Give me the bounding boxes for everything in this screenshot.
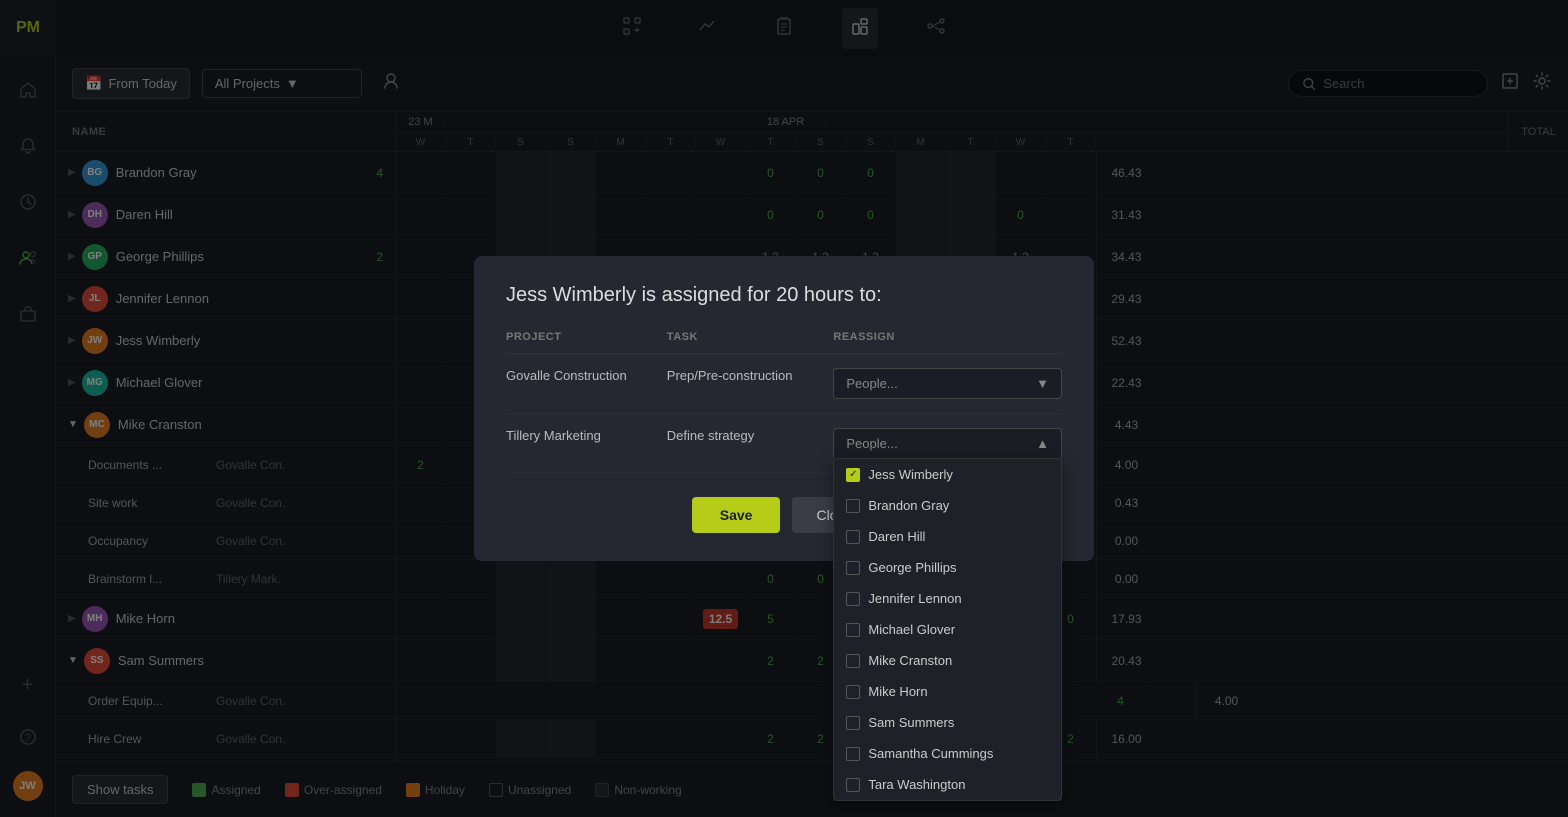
checkbox-tara[interactable] bbox=[846, 778, 860, 792]
person-option-tara: Tara Washington bbox=[868, 777, 965, 792]
checkbox-jennifer[interactable] bbox=[846, 592, 860, 606]
reassign-arrow-2: ▲ bbox=[1036, 436, 1049, 451]
checkbox-mike-h[interactable] bbox=[846, 685, 860, 699]
reassign-select-1[interactable]: People... ▼ bbox=[833, 368, 1062, 399]
person-option-jess: Jess Wimberly bbox=[868, 467, 953, 482]
person-option-sam: Sam Summers bbox=[868, 715, 954, 730]
people-item-mike-h[interactable]: Mike Horn bbox=[834, 676, 1061, 707]
checkbox-mike-c[interactable] bbox=[846, 654, 860, 668]
modal-project-1: Govalle Construction bbox=[506, 354, 667, 414]
people-item-sam[interactable]: Sam Summers bbox=[834, 707, 1061, 738]
reassign-select-2[interactable]: People... ▲ bbox=[833, 428, 1062, 458]
modal-task-2: Define strategy bbox=[667, 414, 834, 473]
checkbox-jess[interactable]: ✓ bbox=[846, 468, 860, 482]
modal-title: Jess Wimberly is assigned for 20 hours t… bbox=[506, 284, 1062, 307]
modal-row-1: Govalle Construction Prep/Pre-constructi… bbox=[506, 354, 1062, 414]
checkbox-george[interactable] bbox=[846, 561, 860, 575]
checkbox-michael[interactable] bbox=[846, 623, 860, 637]
person-option-michael: Michael Glover bbox=[868, 622, 955, 637]
modal-task-1: Prep/Pre-construction bbox=[667, 354, 834, 414]
modal-dialog: Jess Wimberly is assigned for 20 hours t… bbox=[474, 256, 1094, 561]
modal-project-2: Tillery Marketing bbox=[506, 414, 667, 473]
people-item-michael[interactable]: Michael Glover bbox=[834, 614, 1061, 645]
person-option-mike-c: Mike Cranston bbox=[868, 653, 952, 668]
person-option-george: George Phillips bbox=[868, 560, 956, 575]
people-item-mike-c[interactable]: Mike Cranston bbox=[834, 645, 1061, 676]
modal-col-project: PROJECT bbox=[506, 331, 667, 354]
person-option-mike-h: Mike Horn bbox=[868, 684, 927, 699]
reassign-placeholder-2: People... bbox=[846, 436, 897, 451]
people-item-jess[interactable]: ✓ Jess Wimberly bbox=[834, 459, 1061, 490]
checkbox-daren[interactable] bbox=[846, 530, 860, 544]
checkbox-sam[interactable] bbox=[846, 716, 860, 730]
modal-reassign-1: People... ▼ bbox=[833, 354, 1062, 414]
modal-table: PROJECT TASK REASSIGN Govalle Constructi… bbox=[506, 331, 1062, 473]
people-item-brandon[interactable]: Brandon Gray bbox=[834, 490, 1061, 521]
checkbox-samantha[interactable] bbox=[846, 747, 860, 761]
people-item-tara[interactable]: Tara Washington bbox=[834, 769, 1061, 800]
people-item-samantha[interactable]: Samantha Cummings bbox=[834, 738, 1061, 769]
people-dropdown: ✓ Jess Wimberly Brandon Gray Daren Hill bbox=[833, 458, 1062, 801]
people-item-daren[interactable]: Daren Hill bbox=[834, 521, 1061, 552]
reassign-wrapper-2: People... ▲ ✓ Jess Wimberly Br bbox=[833, 428, 1062, 458]
people-item-george[interactable]: George Phillips bbox=[834, 552, 1061, 583]
person-option-samantha: Samantha Cummings bbox=[868, 746, 993, 761]
people-item-jennifer[interactable]: Jennifer Lennon bbox=[834, 583, 1061, 614]
modal-overlay[interactable]: Jess Wimberly is assigned for 20 hours t… bbox=[0, 0, 1568, 817]
modal-col-task: TASK bbox=[667, 331, 834, 354]
person-option-daren: Daren Hill bbox=[868, 529, 925, 544]
checkbox-brandon[interactable] bbox=[846, 499, 860, 513]
reassign-arrow-1: ▼ bbox=[1036, 376, 1049, 391]
person-option-brandon: Brandon Gray bbox=[868, 498, 949, 513]
modal-col-reassign: REASSIGN bbox=[833, 331, 1062, 354]
reassign-placeholder-1: People... bbox=[846, 376, 897, 391]
save-button[interactable]: Save bbox=[692, 497, 781, 533]
person-option-jennifer: Jennifer Lennon bbox=[868, 591, 961, 606]
modal-reassign-2: People... ▲ ✓ Jess Wimberly Br bbox=[833, 414, 1062, 473]
modal-row-2: Tillery Marketing Define strategy People… bbox=[506, 414, 1062, 473]
